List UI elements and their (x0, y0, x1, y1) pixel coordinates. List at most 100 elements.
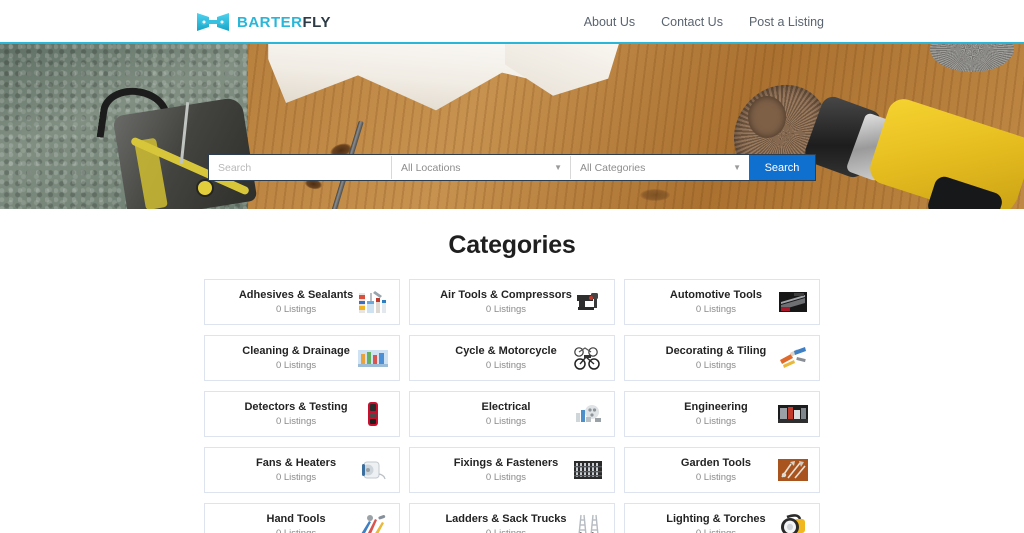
card-text: Cycle & Motorcycle 0 Listings (418, 345, 572, 372)
card-text: Garden Tools 0 Listings (633, 457, 777, 484)
category-title: Fans & Heaters (255, 456, 337, 469)
category-select[interactable]: All Categories ▼ (571, 155, 749, 180)
engineering-tools-icon (777, 400, 809, 428)
hero-sanding-disc-hub (748, 96, 786, 138)
card-text: Detectors & Testing 0 Listings (213, 401, 357, 428)
category-count: 0 Listings (695, 472, 737, 484)
category-count: 0 Listings (485, 360, 527, 372)
hero-photo (0, 44, 1024, 209)
logo-word-primary: BARTER (237, 13, 303, 31)
category-count: 0 Listings (485, 304, 527, 316)
category-title: Ladders & Sack Trucks (445, 512, 567, 525)
hero-tool-button (198, 181, 212, 195)
logo-word-secondary: FLY (302, 13, 331, 31)
main-content: Categories Adhesives & Sealants 0 Listin… (0, 209, 1024, 533)
category-card-ladders-sack-trucks[interactable]: Ladders & Sack Trucks 0 Listings (409, 503, 615, 533)
category-title: Air Tools & Compressors (440, 288, 572, 301)
category-card-fixings-fasteners[interactable]: Fixings & Fasteners 0 Listings (409, 447, 615, 493)
card-text: Electrical 0 Listings (418, 401, 572, 428)
location-select[interactable]: All Locations ▼ (392, 155, 570, 180)
category-card-cycle-motorcycle[interactable]: Cycle & Motorcycle 0 Listings (409, 335, 615, 381)
category-card-engineering[interactable]: Engineering 0 Listings (623, 391, 820, 437)
hand-tools-icon (357, 512, 389, 533)
category-card-cleaning-drainage[interactable]: Cleaning & Drainage 0 Listings (204, 335, 401, 381)
category-count: 0 Listings (275, 360, 317, 372)
category-card-fans-heaters[interactable]: Fans & Heaters 0 Listings (204, 447, 401, 493)
category-count: 0 Listings (485, 472, 527, 484)
category-title: Adhesives & Sealants (238, 288, 354, 301)
search-input[interactable] (209, 155, 391, 180)
page-title: Categories (448, 231, 576, 259)
card-text: Hand Tools 0 Listings (213, 513, 357, 533)
nail-gun-icon (572, 288, 604, 316)
category-card-electrical[interactable]: Electrical 0 Listings (409, 391, 615, 437)
card-text: Fans & Heaters 0 Listings (213, 457, 357, 484)
category-card-lighting-torches[interactable]: Lighting & Torches 0 Listings (623, 503, 820, 533)
category-title: Fixings & Fasteners (453, 456, 559, 469)
card-text: Cleaning & Drainage 0 Listings (213, 345, 357, 372)
bicycle-icon (572, 344, 604, 372)
category-card-automotive-tools[interactable]: Automotive Tools 0 Listings (623, 279, 820, 325)
category-card-hand-tools[interactable]: Hand Tools 0 Listings (204, 503, 401, 533)
nav-item-post-a-listing[interactable]: Post a Listing (749, 15, 824, 29)
category-count: 0 Listings (655, 528, 777, 533)
electrical-parts-icon (572, 400, 604, 428)
butterfly-wrench-logo-icon (196, 11, 230, 33)
category-count: 0 Listings (235, 528, 357, 533)
card-text: Air Tools & Compressors 0 Listings (418, 289, 572, 316)
category-select-value: All Categories (580, 161, 646, 174)
card-text: Fixings & Fasteners 0 Listings (418, 457, 572, 484)
category-title: Electrical (481, 400, 531, 413)
chevron-down-icon: ▼ (554, 162, 562, 172)
card-text: Decorating & Tiling 0 Listings (633, 345, 777, 372)
card-text: Automotive Tools 0 Listings (633, 289, 777, 316)
search-button[interactable]: Search (749, 155, 815, 180)
location-select-value: All Locations (401, 161, 461, 174)
category-count: 0 Listings (695, 416, 737, 428)
card-text: Lighting & Torches 0 Listings (633, 513, 777, 533)
category-count: 0 Listings (275, 472, 317, 484)
category-card-detectors-testing[interactable]: Detectors & Testing 0 Listings (204, 391, 401, 437)
site-header: BARTERFLY About Us Contact Us Post a Lis… (0, 0, 1024, 44)
category-count: 0 Listings (440, 528, 572, 533)
category-title: Garden Tools (680, 456, 751, 469)
category-title: Engineering (684, 400, 748, 413)
wood-knot (640, 189, 670, 201)
hero-banner: All Locations ▼ All Categories ▼ Search (0, 44, 1024, 209)
ladder-icon (572, 512, 604, 533)
chevron-down-icon: ▼ (733, 162, 741, 172)
category-title: Automotive Tools (669, 288, 762, 301)
screws-box-icon (572, 456, 604, 484)
car-tool-kit-icon (777, 288, 809, 316)
category-count: 0 Listings (695, 360, 737, 372)
nav-item-about-us[interactable]: About Us (584, 15, 635, 29)
category-title: Lighting & Torches (666, 512, 766, 525)
paint-brush-icon (777, 344, 809, 372)
card-text: Ladders & Sack Trucks 0 Listings (418, 513, 572, 533)
category-grid: Adhesives & Sealants 0 Listings Air Tool… (204, 279, 820, 533)
logo-wordmark: BARTERFLY (237, 14, 331, 31)
site-logo[interactable]: BARTERFLY (196, 11, 331, 33)
category-card-decorating-tiling[interactable]: Decorating & Tiling 0 Listings (623, 335, 820, 381)
stud-detector-icon (357, 400, 389, 428)
category-title: Detectors & Testing (244, 400, 348, 413)
category-count: 0 Listings (695, 304, 737, 316)
adhesive-tubes-icon (357, 288, 389, 316)
cleaning-supplies-icon (357, 344, 389, 372)
category-card-garden-tools[interactable]: Garden Tools 0 Listings (623, 447, 820, 493)
work-light-icon (777, 512, 809, 533)
garden-tools-icon (777, 456, 809, 484)
main-navigation: About Us Contact Us Post a Listing (584, 15, 824, 29)
category-count: 0 Listings (485, 416, 527, 428)
category-title: Cleaning & Drainage (242, 344, 350, 357)
nav-item-contact-us[interactable]: Contact Us (661, 15, 723, 29)
search-bar: All Locations ▼ All Categories ▼ Search (208, 154, 816, 181)
category-count: 0 Listings (275, 416, 317, 428)
category-title: Cycle & Motorcycle (455, 344, 557, 357)
fan-heater-icon (357, 456, 389, 484)
card-text: Adhesives & Sealants 0 Listings (213, 289, 357, 316)
category-card-air-tools-compressors[interactable]: Air Tools & Compressors 0 Listings (409, 279, 615, 325)
category-title: Hand Tools (266, 512, 326, 525)
category-card-adhesives-sealants[interactable]: Adhesives & Sealants 0 Listings (204, 279, 401, 325)
category-title: Decorating & Tiling (665, 344, 767, 357)
